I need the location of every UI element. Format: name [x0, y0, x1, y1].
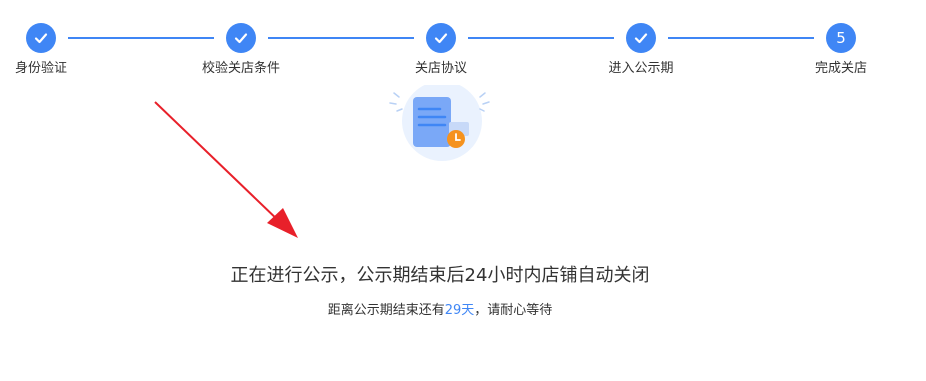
- step-4-indicator: [626, 23, 656, 53]
- check-icon: [34, 33, 48, 44]
- step-2-label: 校验关店条件: [201, 61, 281, 76]
- step-5-number: 5: [836, 28, 846, 47]
- step-5-indicator: 5: [826, 23, 856, 53]
- check-icon: [634, 33, 648, 44]
- step-3-label: 关店协议: [414, 61, 468, 76]
- check-icon: [434, 33, 448, 44]
- step-3-indicator: [426, 23, 456, 53]
- countdown-prefix: 距离公示期结束还有: [327, 303, 445, 318]
- step-connector: [468, 37, 614, 39]
- annotation-arrow: [154, 101, 298, 238]
- step-4-label: 进入公示期: [608, 61, 674, 76]
- document-clock-icon: [385, 81, 500, 165]
- countdown-days: 29天: [444, 303, 475, 318]
- step-2-indicator: [226, 23, 256, 53]
- step-1-label: 身份验证: [14, 61, 68, 76]
- step-connector: [68, 37, 214, 39]
- step-5-label: 完成关店: [814, 61, 868, 76]
- step-connector: [268, 37, 414, 39]
- status-message: 正在进行公示，公示期结束后24小时内店铺自动关闭: [230, 265, 650, 286]
- step-1-indicator: [26, 23, 56, 53]
- check-icon: [234, 33, 248, 44]
- countdown-message: 距离公示期结束还有29天，请耐心等待: [0, 302, 880, 320]
- step-connector: [668, 37, 814, 39]
- countdown-suffix: ，请耐心等待: [474, 303, 553, 318]
